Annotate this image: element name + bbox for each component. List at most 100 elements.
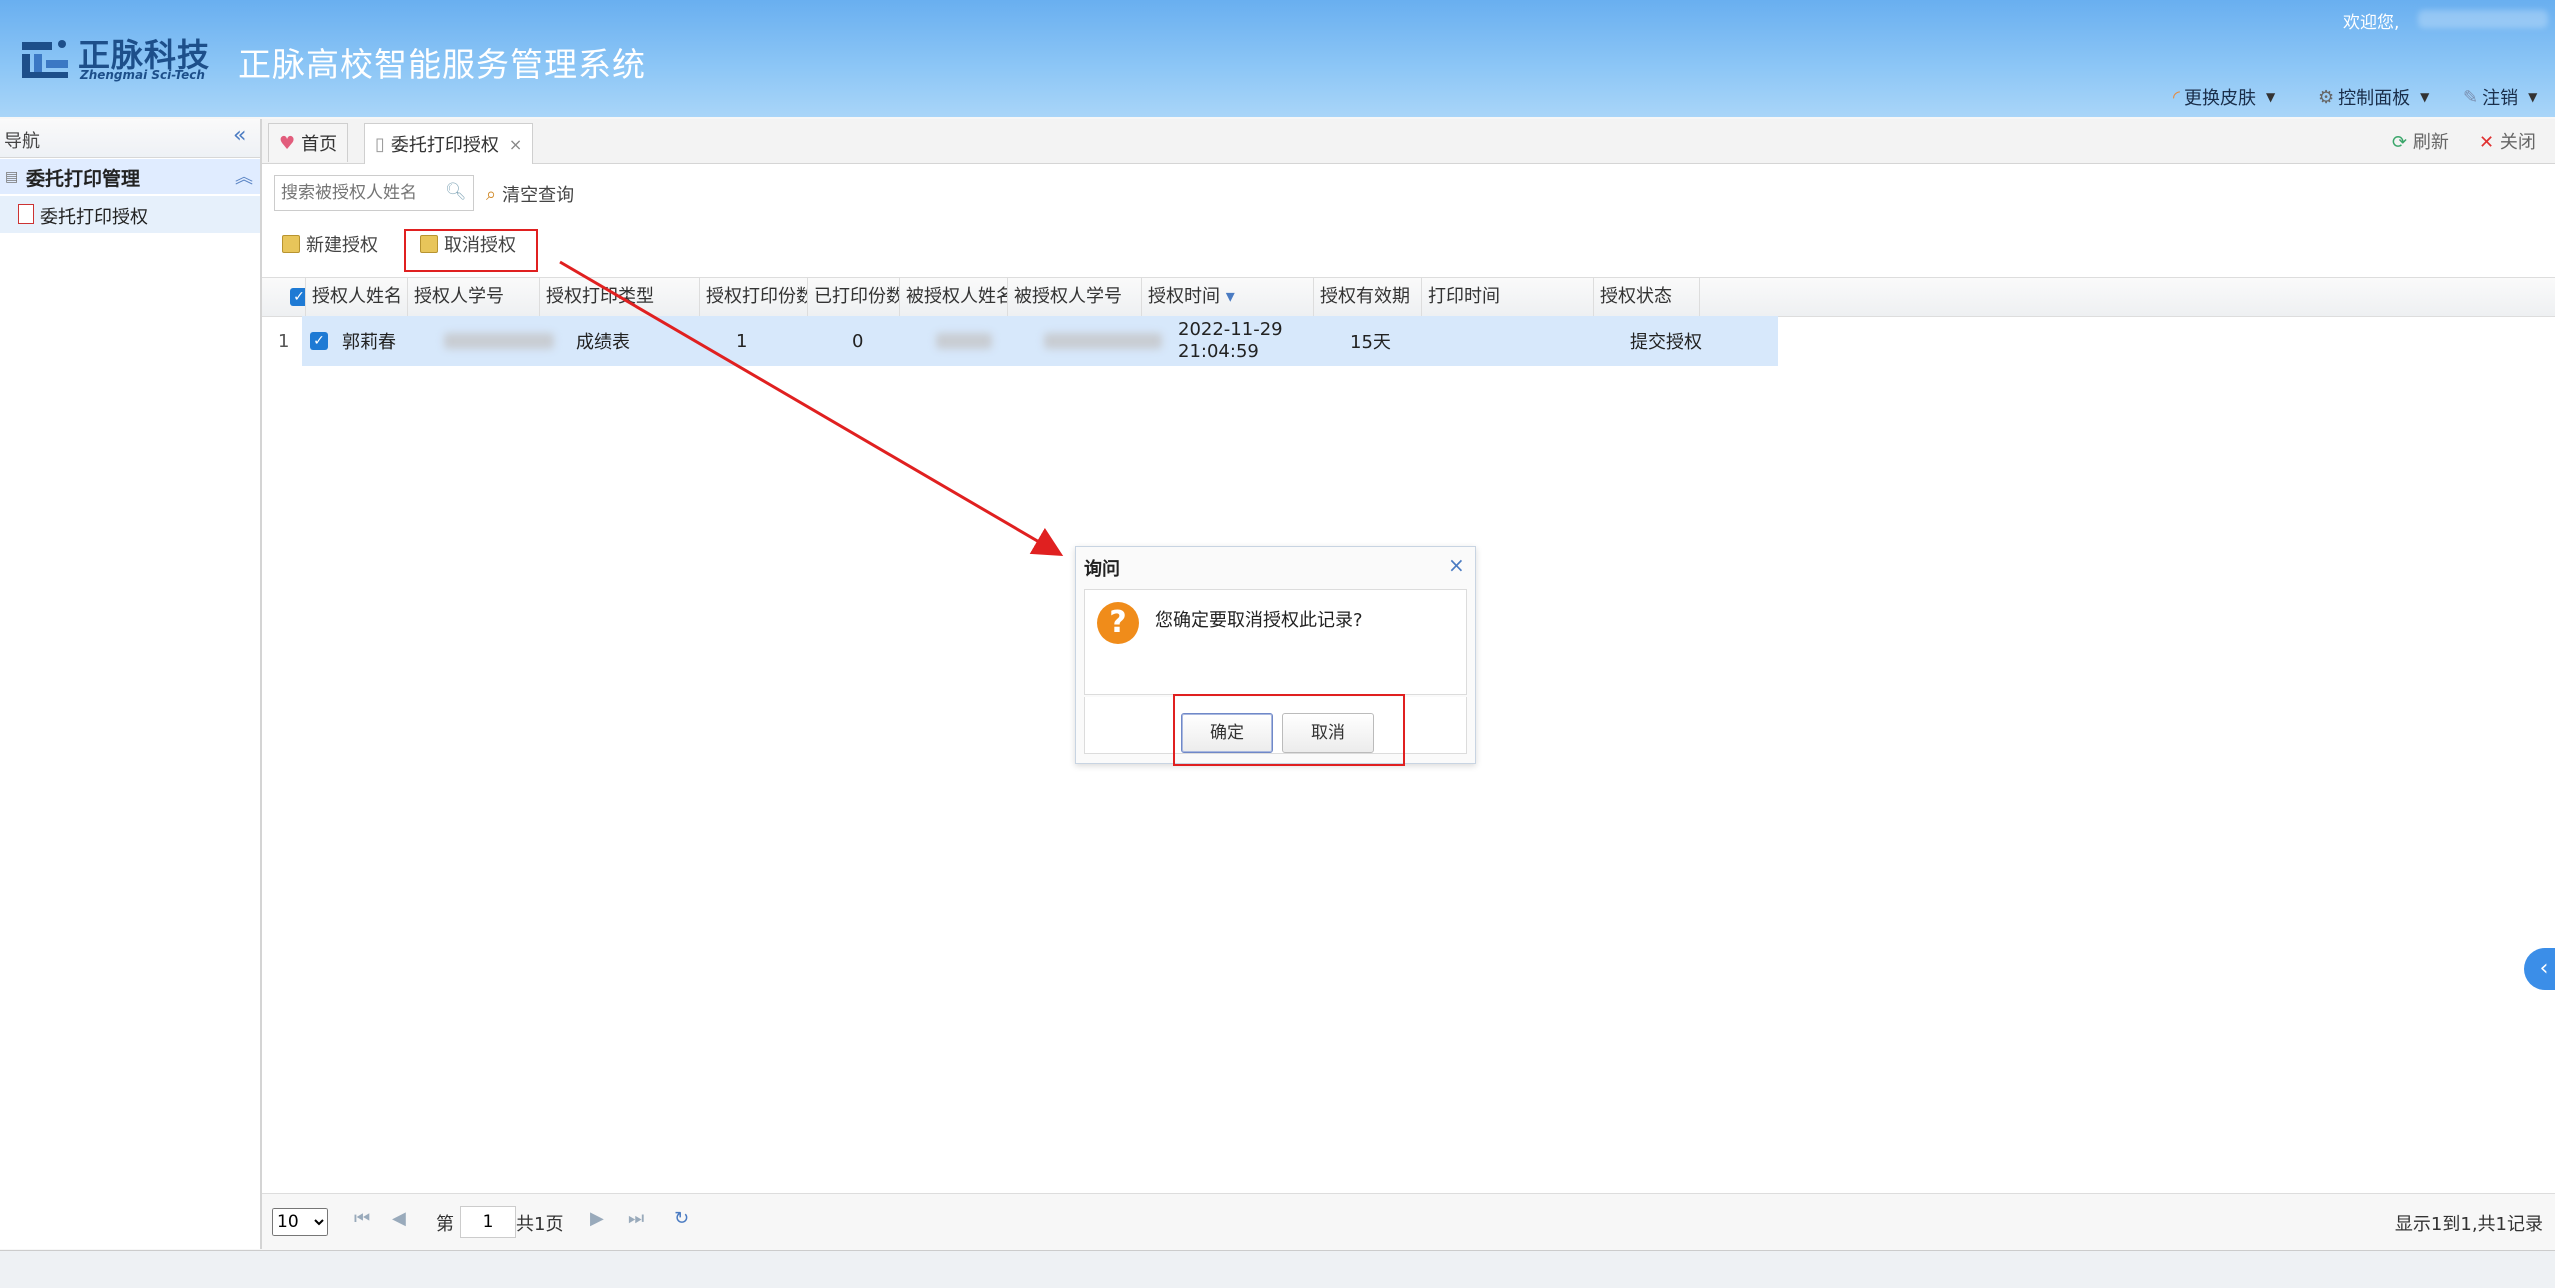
- row-checkbox[interactable]: ✓: [304, 316, 334, 366]
- table-row[interactable]: 1 ✓ 郭莉春 成绩表 1 0 2022-11-29 21:04:59 15天 …: [262, 316, 1778, 366]
- control-panel-label: 控制面板: [2338, 88, 2411, 109]
- heart-icon: ♥: [279, 132, 296, 154]
- cancel-button-highlight: [404, 229, 538, 272]
- rainbow-icon: ◜: [2173, 86, 2180, 108]
- caret-down-icon: ▼: [2420, 90, 2430, 104]
- cell-auth-clock: 21:04:59: [1178, 341, 1259, 362]
- nav-title: 导航: [4, 131, 40, 152]
- cell-grantee-name-redacted: [930, 316, 1038, 366]
- document-icon: [18, 204, 34, 224]
- col-print-time[interactable]: 打印时间: [1422, 278, 1594, 316]
- cell-validity: 15天: [1350, 332, 1391, 353]
- document-icon: ▯: [375, 133, 385, 155]
- nav-group-label: 委托打印管理: [26, 168, 141, 190]
- tab-active-label: 委托打印授权: [390, 135, 499, 156]
- close-icon[interactable]: ×: [509, 135, 522, 154]
- close-tab-button[interactable]: ✕ 关闭: [2479, 128, 2536, 154]
- page-number-input[interactable]: [460, 1206, 516, 1238]
- nav-header: 导航 «: [0, 119, 260, 158]
- folder-icon: ▤: [5, 169, 19, 185]
- logout-menu[interactable]: ✎ 注销 ▼: [2463, 84, 2537, 110]
- clear-query-label: 清空查询: [502, 185, 575, 206]
- search-box[interactable]: 🔍︎: [274, 175, 474, 211]
- grid-header: ✓ 授权人姓名 授权人学号 授权打印类型 授权打印份数 已打印份数 被授权人姓名…: [262, 277, 2555, 317]
- dialog-body: ? 您确定要取消授权此记录?: [1084, 589, 1467, 695]
- cell-printed-count: 0: [852, 330, 864, 352]
- nav-item-entrust-auth[interactable]: 委托打印授权: [0, 196, 260, 233]
- cell-print-type: 成绩表: [576, 332, 630, 353]
- cell-print-count: 1: [736, 330, 748, 352]
- col-print-count[interactable]: 授权打印份数: [700, 278, 808, 316]
- refresh-label: 刷新: [2412, 132, 2449, 153]
- clear-query-button[interactable]: ⌕ 清空查询: [486, 181, 574, 207]
- close-icon: ✕: [2479, 132, 2495, 153]
- tab-home[interactable]: ♥ 首页: [268, 123, 349, 162]
- select-all-checkbox[interactable]: ✓: [284, 278, 306, 316]
- chevron-up-icon[interactable]: ︽: [235, 163, 253, 189]
- caret-down-icon: ▼: [2528, 90, 2538, 104]
- prev-page-icon[interactable]: ◀: [392, 1208, 406, 1229]
- add-icon: [282, 235, 300, 253]
- nav-sidebar: 导航 « ▤ 委托打印管理 ︽ 委托打印授权: [0, 119, 262, 1249]
- nav-group-entrust-print[interactable]: ▤ 委托打印管理 ︽: [0, 159, 260, 194]
- tab-entrust-auth[interactable]: ▯ 委托打印授权 ×: [364, 123, 534, 164]
- collapse-left-icon[interactable]: «: [233, 123, 246, 148]
- cell-grantee-id-redacted: [1038, 316, 1172, 366]
- pagination-bar: 10 ⏮ ◀ 第 共1页 ▶ ⏭ ↻ 显示1到1,共1记录: [262, 1193, 2555, 1250]
- col-grantor-name[interactable]: 授权人姓名: [306, 278, 408, 316]
- logo-subtext: Zhengmai Sci-Tech: [80, 68, 205, 82]
- gear-icon: ⚙: [2318, 86, 2335, 108]
- checkbox-checked-icon: ✓: [290, 288, 305, 306]
- refresh-icon: ⟳: [2392, 132, 2408, 153]
- magnifier-clear-icon: ⌕: [486, 183, 497, 205]
- col-printed-count[interactable]: 已打印份数: [808, 278, 900, 316]
- refresh-button[interactable]: ⟳ 刷新: [2392, 128, 2449, 154]
- dialog-title: 询问: [1084, 559, 1120, 580]
- change-skin-menu[interactable]: ◜ 更换皮肤 ▼: [2173, 84, 2275, 110]
- close-icon[interactable]: ×: [1448, 553, 1465, 577]
- cell-grantor-name: 郭莉春: [342, 332, 396, 353]
- username-redacted: [2418, 10, 2548, 28]
- tab-home-label: 首页: [301, 134, 338, 155]
- caret-down-icon: ▼: [2265, 90, 2276, 104]
- search-icon[interactable]: 🔍︎: [445, 182, 467, 202]
- search-input[interactable]: [275, 176, 443, 210]
- cell-auth-time: 2022-11-29 21:04:59: [1172, 316, 1344, 366]
- col-auth-status[interactable]: 授权状态: [1594, 278, 1700, 316]
- tab-bar: ♥ 首页 ▯ 委托打印授权 × ⟳ 刷新 ✕ 关闭: [262, 119, 2555, 164]
- first-page-icon[interactable]: ⏮: [354, 1208, 370, 1229]
- row-number: 1: [278, 330, 290, 352]
- dialog-message: 您确定要取消授权此记录?: [1155, 610, 1363, 631]
- app-header: 正脉科技 Zhengmai Sci-Tech 正脉高校智能服务管理系统 欢迎您,…: [0, 0, 2555, 117]
- logo-icon: [22, 40, 68, 78]
- next-page-icon[interactable]: ▶: [590, 1208, 604, 1229]
- bottom-bar: [0, 1250, 2555, 1288]
- sort-desc-icon: ▾: [1225, 286, 1235, 307]
- pager-info: 显示1到1,共1记录: [2394, 1214, 2543, 1235]
- col-print-type[interactable]: 授权打印类型: [540, 278, 700, 316]
- last-page-icon[interactable]: ⏭: [628, 1208, 644, 1229]
- cell-auth-date: 2022-11-29: [1178, 319, 1283, 340]
- logout-icon: ✎: [2463, 86, 2479, 108]
- col-auth-time[interactable]: 授权时间 ▾: [1142, 278, 1314, 316]
- close-label: 关闭: [2499, 132, 2536, 153]
- control-panel-menu[interactable]: ⚙ 控制面板 ▼: [2318, 84, 2429, 110]
- change-skin-label: 更换皮肤: [2183, 88, 2256, 109]
- col-grantee-id[interactable]: 被授权人学号: [1008, 278, 1142, 316]
- checkbox-checked-icon: ✓: [310, 332, 328, 350]
- col-grantee-name[interactable]: 被授权人姓名: [900, 278, 1008, 316]
- cell-status: 提交授权: [1630, 332, 1702, 353]
- page-size-select[interactable]: 10: [272, 1208, 328, 1236]
- col-grantor-id[interactable]: 授权人学号: [408, 278, 540, 316]
- welcome-text: 欢迎您,: [2343, 13, 2400, 33]
- reload-icon[interactable]: ↻: [674, 1208, 689, 1229]
- cell-grantor-id-redacted: [438, 316, 570, 366]
- new-auth-label: 新建授权: [306, 235, 378, 256]
- col-validity[interactable]: 授权有效期: [1314, 278, 1422, 316]
- page-total: 共1页: [516, 1214, 564, 1235]
- new-auth-button[interactable]: 新建授权: [282, 231, 378, 257]
- nav-item-label: 委托打印授权: [40, 207, 148, 228]
- col-auth-time-label: 授权时间: [1148, 286, 1220, 307]
- system-title: 正脉高校智能服务管理系统: [238, 45, 646, 84]
- question-icon: ?: [1097, 602, 1139, 644]
